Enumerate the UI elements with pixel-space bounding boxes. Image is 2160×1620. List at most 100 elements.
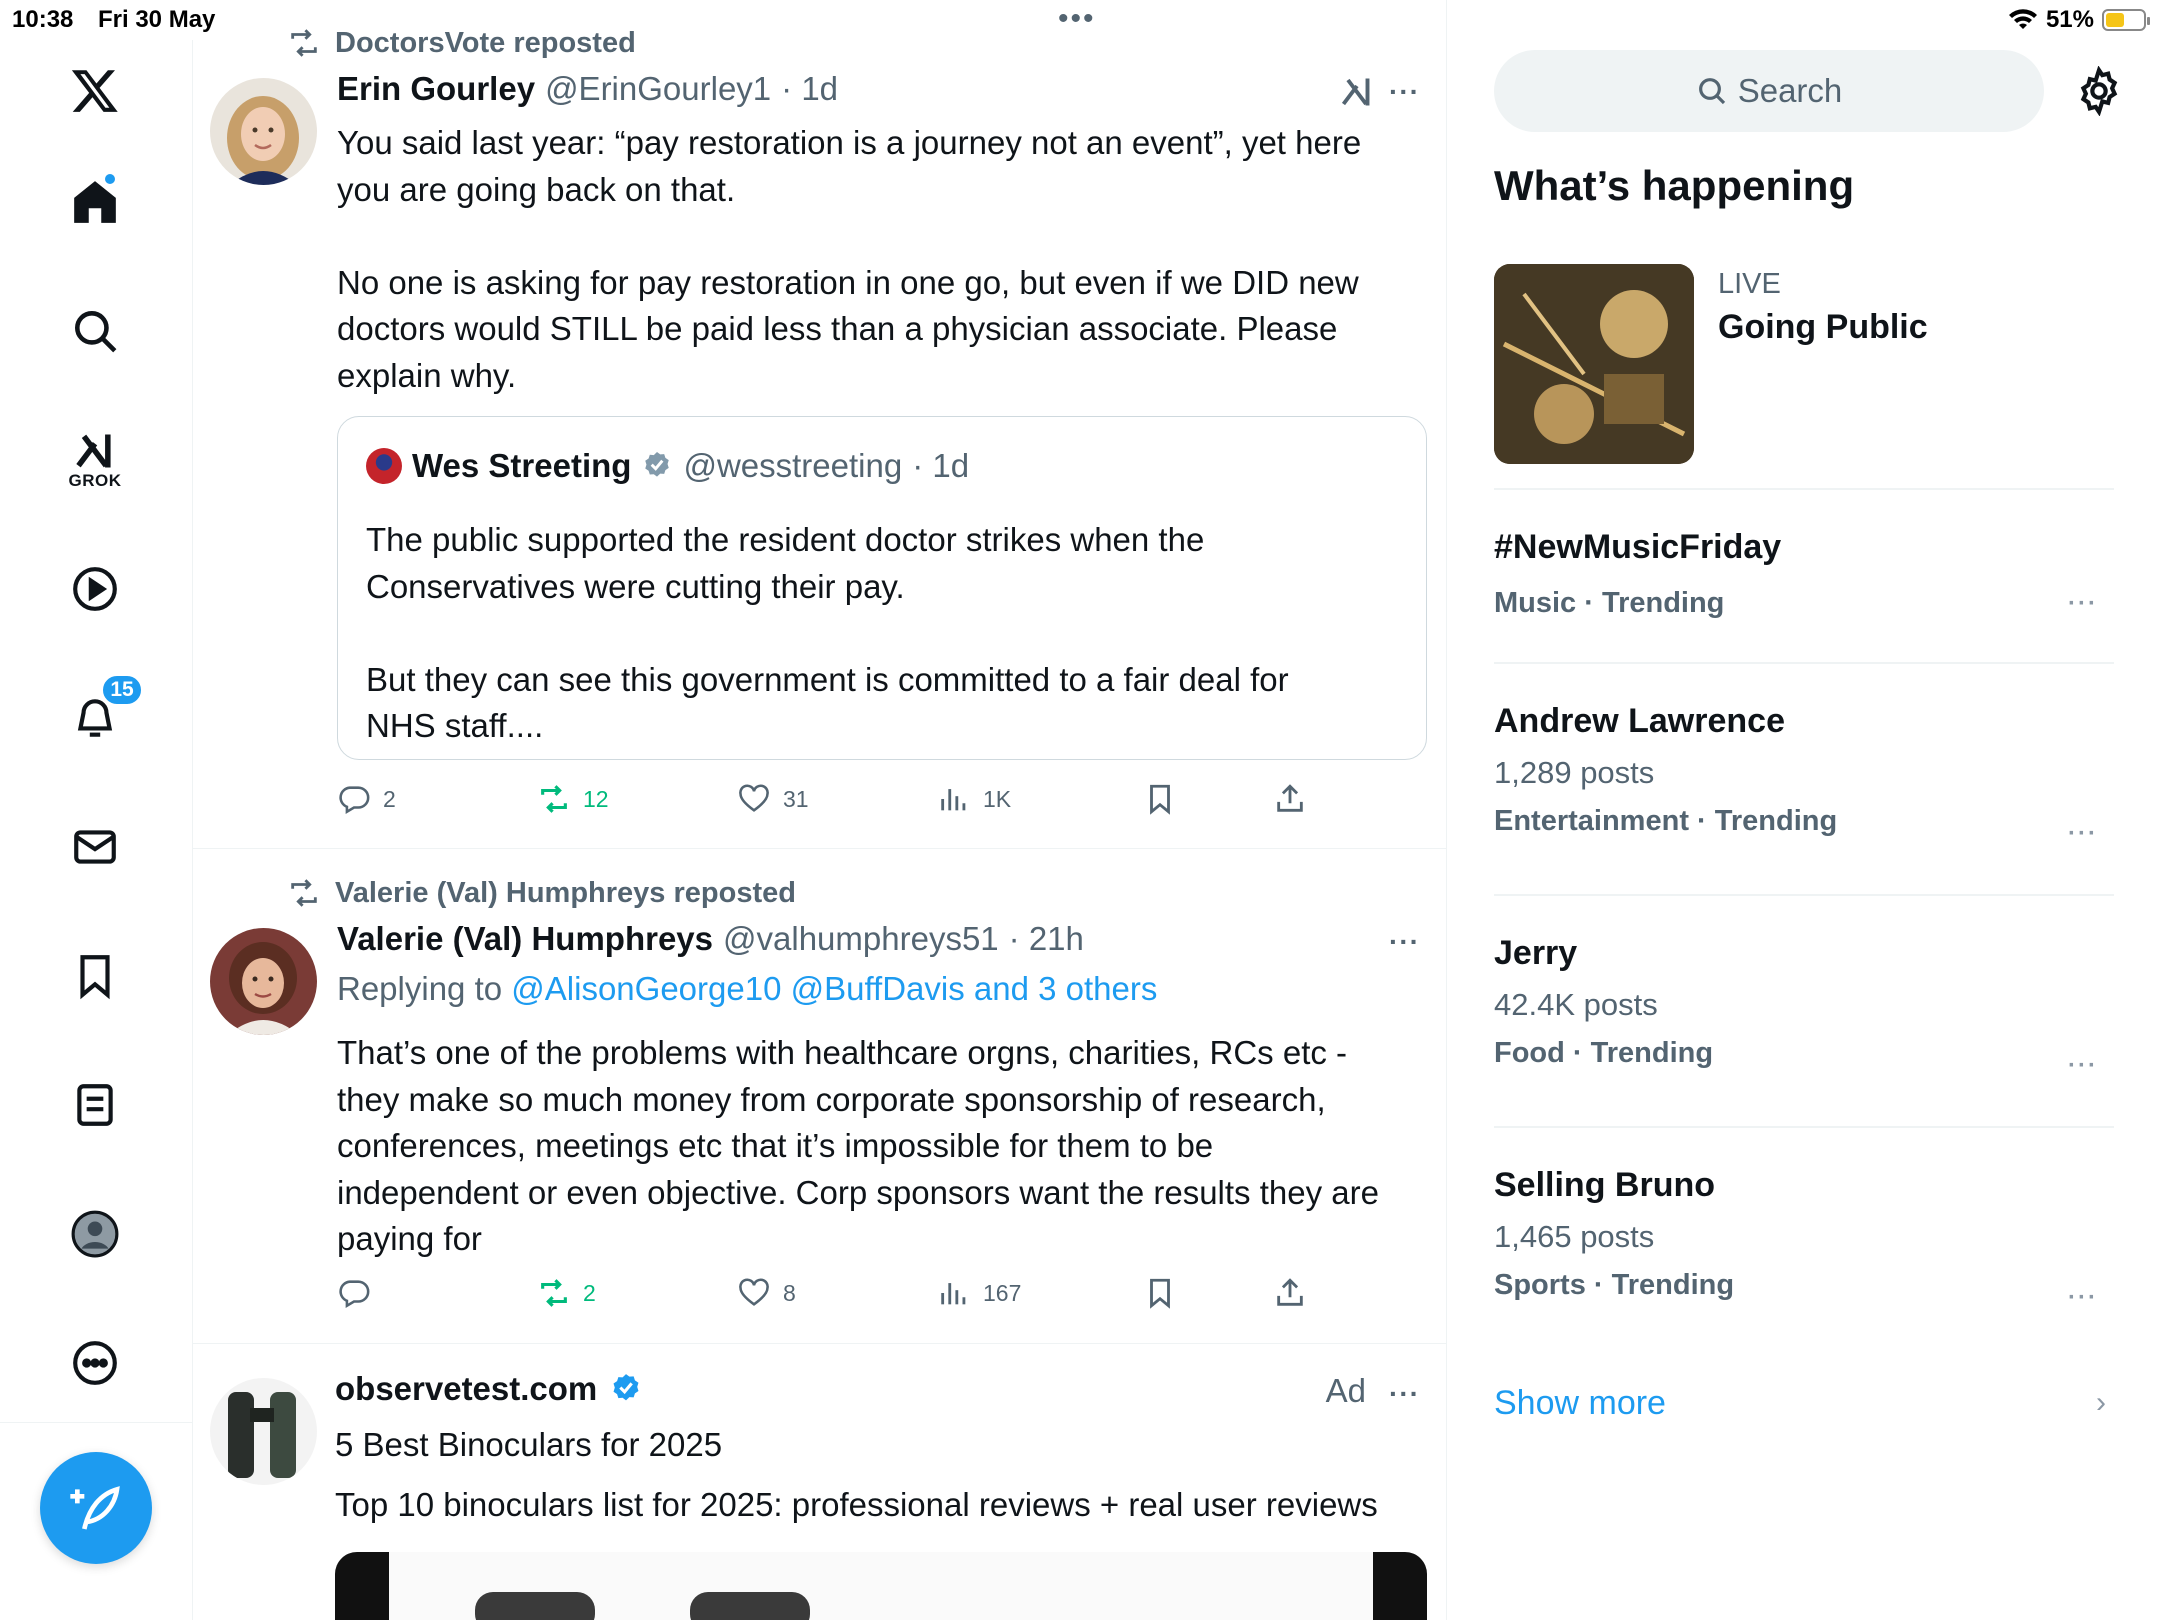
quote-avatar	[366, 448, 402, 484]
post-time[interactable]: · 1d	[781, 70, 838, 108]
divider	[1494, 1126, 2114, 1128]
divider	[1494, 662, 2114, 664]
author-name[interactable]: Erin Gourley	[337, 70, 535, 108]
reply-icon	[339, 786, 370, 815]
x-logo-icon[interactable]	[47, 42, 143, 138]
ad-avatar[interactable]	[210, 1378, 317, 1485]
trend-more-icon[interactable]: ···	[2068, 1284, 2098, 1312]
trend-item[interactable]: Selling Bruno 1,465 posts Sports · Trend…	[1494, 1166, 2114, 1311]
home-icon[interactable]	[47, 154, 143, 250]
avatar[interactable]	[210, 78, 317, 185]
messages-icon[interactable]	[47, 799, 143, 895]
bookmark-button[interactable]	[1143, 1276, 1177, 1310]
trend-posts: 1,289 posts	[1494, 755, 1655, 790]
grok-icon[interactable]: GROK	[47, 412, 143, 508]
post-more-icon[interactable]: ···	[1389, 76, 1420, 108]
quote-time: · 1d	[912, 447, 970, 484]
reply-icon	[339, 1280, 370, 1309]
views-count: 1K	[983, 785, 1012, 812]
repost-icon	[541, 785, 567, 813]
bookmark-icon	[1150, 784, 1170, 815]
search-placeholder: Search	[1737, 72, 1843, 109]
repost-by-label: Valerie (Val) Humphreys reposted	[335, 876, 796, 909]
settings-icon[interactable]	[2074, 66, 2124, 116]
like-button[interactable]: 8	[737, 1276, 796, 1310]
more-icon[interactable]	[47, 1315, 143, 1411]
bookmark-icon	[1150, 1278, 1170, 1309]
author-handle[interactable]: @valhumphreys51	[723, 920, 999, 958]
avatar[interactable]	[210, 928, 317, 1035]
bookmarks-icon[interactable]	[47, 928, 143, 1024]
ad-media[interactable]	[335, 1552, 1427, 1620]
post-text: You said last year: “pay restoration is …	[337, 124, 1362, 394]
repost-icon	[291, 29, 317, 57]
verified-icon	[613, 1374, 639, 1401]
reply-button[interactable]: 2	[337, 782, 396, 816]
ad-description: Top 10 binoculars list for 2025: profess…	[335, 1486, 1378, 1523]
like-icon	[739, 1278, 769, 1306]
grok-analyze-icon[interactable]	[1339, 74, 1375, 110]
home-unread-dot	[103, 172, 117, 186]
search-icon	[1698, 78, 1725, 105]
ad-headline: 5 Best Binoculars for 2025	[335, 1426, 723, 1463]
post-time[interactable]: · 21h	[1009, 920, 1084, 958]
trend-more-icon[interactable]: ···	[2068, 1052, 2098, 1080]
repost-attribution[interactable]: Valerie (Val) Humphreys reposted	[287, 876, 796, 910]
trend-more-icon[interactable]: ···	[2068, 820, 2098, 848]
like-button[interactable]: 31	[737, 782, 809, 816]
share-icon	[1277, 1278, 1303, 1306]
post-more-icon[interactable]: ···	[1389, 926, 1420, 958]
advertiser-name: observetest.com	[335, 1370, 598, 1407]
search-input[interactable]: Search	[1494, 50, 2044, 132]
views-button[interactable]: 167	[937, 1276, 1021, 1310]
reply-button[interactable]	[337, 1276, 383, 1310]
trend-category: Entertainment · Trending	[1494, 805, 1838, 837]
post-actions: 2 8 167	[337, 1276, 1337, 1316]
repost-count: 12	[583, 785, 609, 812]
divider	[1494, 488, 2114, 490]
video-icon[interactable]	[47, 541, 143, 637]
trend-item[interactable]: Jerry 42.4K posts Food · Trending ···	[1494, 934, 2114, 1079]
show-more-link[interactable]: Show more	[1494, 1384, 1666, 1423]
repost-button[interactable]: 12	[537, 782, 609, 816]
live-label: LIVE	[1718, 268, 1781, 300]
replying-to-prefix: Replying to	[337, 970, 512, 1007]
replying-to-mentions[interactable]: @AlisonGeorge10 @BuffDavis and 3 others	[511, 970, 1157, 1007]
search-icon[interactable]	[47, 283, 143, 379]
notifications-icon[interactable]: 15	[47, 670, 143, 766]
trend-item[interactable]: Andrew Lawrence 1,289 posts Entertainmen…	[1494, 702, 2114, 847]
compose-button[interactable]	[40, 1452, 152, 1564]
author-handle[interactable]: @ErinGourley1	[545, 70, 771, 108]
trend-category: Food · Trending	[1494, 1037, 1714, 1069]
author-name[interactable]: Valerie (Val) Humphreys	[337, 920, 713, 958]
ad-advertiser[interactable]: observetest.com	[335, 1370, 643, 1408]
bookmark-button[interactable]	[1143, 782, 1177, 816]
share-button[interactable]	[1273, 782, 1307, 816]
share-icon	[1277, 784, 1303, 812]
quoted-post[interactable]: Wes Streeting @wesstreeting · 1d The pub…	[337, 416, 1427, 760]
post[interactable]: Valerie (Val) Humphreys reposted Valerie…	[193, 850, 1446, 1344]
repost-count: 2	[583, 1279, 596, 1306]
live-title: Going Public	[1718, 308, 1928, 346]
repost-by-label: DoctorsVote reposted	[335, 26, 636, 59]
quote-text: The public supported the resident doctor…	[366, 521, 1289, 744]
trend-more-icon[interactable]: ···	[2068, 590, 2098, 618]
views-button[interactable]: 1K	[937, 782, 1011, 816]
right-sidebar: Search What’s happening LIVE Going Publi…	[1448, 0, 2160, 1620]
trend-item[interactable]: #NewMusicFriday Music · Trending ···	[1494, 528, 2114, 620]
chevron-right-icon[interactable]: ›	[2096, 1386, 2106, 1420]
post[interactable]: DoctorsVote reposted Erin Gourley @ErinG…	[193, 0, 1446, 849]
repost-attribution[interactable]: DoctorsVote reposted	[287, 26, 636, 60]
share-button[interactable]	[1273, 1276, 1307, 1310]
trend-name: Jerry	[1494, 934, 1578, 972]
binoculars-image	[210, 1378, 317, 1485]
lists-icon[interactable]	[47, 1057, 143, 1153]
repost-button[interactable]: 2	[537, 1276, 596, 1310]
trend-name: #NewMusicFriday	[1494, 528, 1782, 566]
ad-more-icon[interactable]: ···	[1389, 1378, 1420, 1410]
replying-to: Replying to @AlisonGeorge10 @BuffDavis a…	[337, 970, 1157, 1008]
quote-header: Wes Streeting @wesstreeting · 1d	[366, 447, 969, 485]
profile-icon[interactable]	[47, 1186, 143, 1282]
section-title: What’s happening	[1494, 162, 1855, 209]
live-event-card[interactable]: LIVE Going Public	[1494, 264, 2114, 464]
